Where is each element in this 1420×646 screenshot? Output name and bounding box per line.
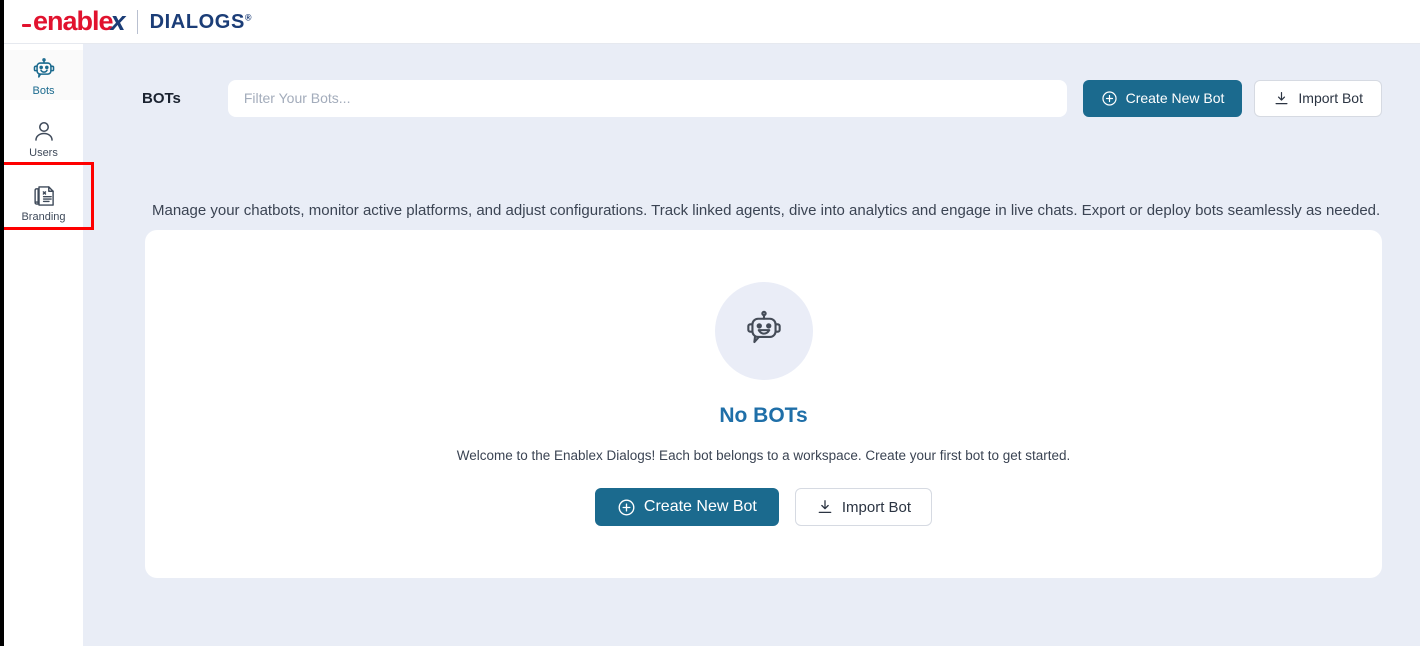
create-new-bot-button[interactable]: Create New Bot [1082,79,1243,117]
import-bot-label: Import Bot [1298,90,1363,106]
empty-import-bot-button[interactable]: Import Bot [794,488,933,526]
chat-bot-icon [746,310,781,344]
sidebar-item-branding[interactable]: Branding [4,176,83,226]
logo-enablex-text: enable [33,6,114,36]
branding-document-icon [31,183,57,209]
import-bot-button[interactable]: Import Bot [1254,79,1382,117]
logo-product-name: DIALOGS® [150,12,253,32]
top-bar: enable x DIALOGS® [0,0,1420,44]
search-input[interactable] [227,79,1067,117]
app-root: enable x DIALOGS® Bots Users Branding BO… [0,0,1420,646]
empty-import-bot-label: Import Bot [841,498,912,516]
registered-mark: ® [244,11,253,22]
logo-divider [136,9,138,34]
plus-circle-icon [1101,90,1117,106]
empty-state-title: No BOTs [719,404,808,427]
page-title: BOTs [142,89,181,107]
sidebar-item-label-bots: Bots [32,85,55,97]
empty-create-new-bot-label: Create New Bot [643,498,757,515]
empty-state: No BOTs Welcome to the Enablex Dialogs! … [145,230,1382,578]
sidebar-item-label-branding: Branding [21,211,66,223]
download-icon [1275,91,1288,104]
logo-accent-dash [22,24,31,27]
sidebar-item-users[interactable]: Users [4,112,83,162]
empty-state-subtitle: Welcome to the Enablex Dialogs! Each bot… [456,448,1071,463]
logo-product-text: DIALOGS [149,10,245,33]
empty-state-avatar [714,282,813,380]
plus-circle-icon [618,499,635,515]
bots-card: No BOTs Welcome to the Enablex Dialogs! … [145,230,1382,578]
main-content: BOTs Create New Bot Import Bot Manage yo… [83,44,1420,646]
logo-x-mark: x [110,6,126,36]
user-icon [31,119,57,145]
app-logo[interactable]: enable x DIALOGS® [22,7,252,37]
sidebar-item-bots[interactable]: Bots [4,50,86,102]
sidebar-item-label-users: Users [29,147,58,159]
create-new-bot-label: Create New Bot [1125,90,1225,106]
bots-header-row: BOTs Create New Bot Import Bot [142,78,1382,118]
sidebar: Bots Users Branding [4,44,86,646]
window-left-edge [0,0,4,646]
robot-icon [31,57,57,83]
download-icon [818,500,832,514]
page-description: Manage your chatbots, monitor active pla… [152,202,1381,219]
empty-state-actions: Create New Bot Import Bot [594,488,933,526]
empty-create-new-bot-button[interactable]: Create New Bot [594,488,779,526]
